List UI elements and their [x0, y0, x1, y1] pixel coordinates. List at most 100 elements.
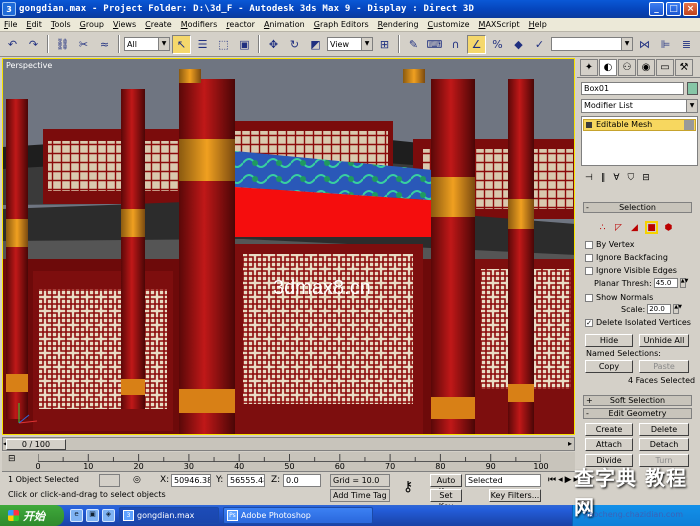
- menu-group[interactable]: Group: [76, 20, 109, 29]
- paste-button[interactable]: Paste: [639, 360, 689, 373]
- menu-edit[interactable]: Edit: [22, 20, 47, 29]
- remove-modifier-icon[interactable]: ⛉: [628, 173, 635, 183]
- show-normals-checkbox[interactable]: Show Normals: [585, 293, 653, 302]
- pin-stack-icon[interactable]: ⊣: [585, 173, 593, 183]
- configure-modifier-sets-icon[interactable]: ⊟: [642, 173, 650, 183]
- ignore-visible-edges-checkbox[interactable]: Ignore Visible Edges: [585, 266, 677, 275]
- planar-thresh-spinner[interactable]: Planar Thresh: 45.0 ▲▼: [594, 278, 688, 288]
- snaps-toggle-icon[interactable]: ∩: [446, 35, 465, 54]
- named-selection-dropdown[interactable]: ▼: [551, 37, 633, 51]
- keyboard-shortcut-override-icon[interactable]: ⌨: [425, 35, 444, 54]
- key-icon[interactable]: ⚷: [403, 479, 413, 495]
- selection-lock-toggle[interactable]: [99, 474, 120, 487]
- redo-icon[interactable]: ↷: [24, 35, 43, 54]
- motion-tab-icon[interactable]: ◉: [637, 59, 655, 76]
- reference-coordinate-dropdown[interactable]: View ▼: [327, 37, 373, 51]
- add-time-tag-button[interactable]: Add Time Tag: [330, 489, 390, 502]
- edit-geometry-rollout-header[interactable]: - Edit Geometry: [583, 408, 692, 419]
- minimize-button[interactable]: _: [649, 2, 664, 16]
- face-subobject-icon[interactable]: ◢: [629, 222, 640, 233]
- select-and-link-icon[interactable]: ⛓: [53, 35, 72, 54]
- y-coordinate-field[interactable]: 56555.484: [227, 474, 265, 487]
- layer-manager-icon[interactable]: ≣: [677, 35, 696, 54]
- perspective-viewport[interactable]: Perspective 3dmax8.cn: [2, 58, 575, 435]
- selection-filter-dropdown[interactable]: All ▼: [124, 37, 170, 51]
- modifier-list-dropdown[interactable]: Modifier List ▼: [581, 99, 698, 113]
- viewport-label[interactable]: Perspective: [6, 61, 52, 70]
- time-slider-knob[interactable]: 0 / 100: [6, 439, 66, 450]
- region-select-icon[interactable]: ⬚: [214, 35, 233, 54]
- menu-reactor[interactable]: reactor: [222, 20, 260, 29]
- mirror-icon[interactable]: ⋈: [635, 35, 654, 54]
- unhide-all-button[interactable]: Unhide All: [639, 334, 689, 347]
- pivot-center-icon[interactable]: ⊞: [375, 35, 394, 54]
- edit-named-selection-icon[interactable]: ✓: [530, 35, 549, 54]
- percent-snap-icon[interactable]: %: [488, 35, 507, 54]
- element-subobject-icon[interactable]: ⬢: [663, 222, 674, 233]
- ignore-backfacing-checkbox[interactable]: Ignore Backfacing: [585, 253, 668, 262]
- menu-modifiers[interactable]: Modifiers: [177, 20, 223, 29]
- delete-isolated-vertices-checkbox[interactable]: ✓ Delete Isolated Vertices: [585, 318, 691, 327]
- create-button[interactable]: Create: [585, 423, 633, 436]
- key-mode-dropdown[interactable]: Selected: [465, 474, 541, 487]
- chevron-right-icon[interactable]: ▸: [568, 439, 572, 448]
- x-coordinate-field[interactable]: 50946.387: [171, 474, 211, 487]
- bind-space-warp-icon[interactable]: ≈: [95, 35, 114, 54]
- angle-snap-icon[interactable]: ∠: [467, 34, 486, 54]
- select-object-icon[interactable]: ↖: [172, 34, 191, 54]
- open-mini-curve-editor-icon[interactable]: ⊟: [8, 454, 16, 464]
- menu-tools[interactable]: Tools: [47, 20, 76, 29]
- detach-button[interactable]: Detach: [639, 438, 689, 451]
- attach-button[interactable]: Attach: [585, 438, 633, 451]
- scale-spinner[interactable]: Scale: 20.0 ▲▼: [621, 304, 682, 314]
- align-icon[interactable]: ⊫: [656, 35, 675, 54]
- quick-launch-icon-2[interactable]: ▣: [86, 509, 99, 522]
- vertex-subobject-icon[interactable]: ∴: [597, 222, 608, 233]
- object-color-swatch[interactable]: [687, 82, 698, 95]
- unlink-icon[interactable]: ✂: [74, 35, 93, 54]
- menu-animation[interactable]: Animation: [260, 20, 310, 29]
- create-tab-icon[interactable]: ✦: [580, 59, 598, 76]
- start-button[interactable]: 开始: [0, 505, 64, 526]
- quick-launch-icon-1[interactable]: e: [70, 509, 83, 522]
- select-and-rotate-icon[interactable]: ↻: [285, 35, 304, 54]
- window-crossing-icon[interactable]: ▣: [235, 35, 254, 54]
- set-key-button[interactable]: Set Key: [430, 489, 462, 511]
- menu-help[interactable]: Help: [525, 20, 552, 29]
- select-by-name-icon[interactable]: ☰: [193, 35, 212, 54]
- select-and-manipulate-icon[interactable]: ✎: [404, 35, 423, 54]
- hierarchy-tab-icon[interactable]: ⚇: [618, 59, 636, 76]
- soft-selection-rollout-header[interactable]: + Soft Selection: [583, 395, 692, 406]
- undo-icon[interactable]: ↶: [3, 35, 22, 54]
- make-unique-icon[interactable]: ∀: [613, 173, 619, 183]
- task-gongdian-max[interactable]: 3 gongdian.max: [119, 507, 219, 524]
- key-filters-button[interactable]: Key Filters...: [489, 489, 541, 502]
- display-tab-icon[interactable]: ▭: [656, 59, 674, 76]
- menu-rendering[interactable]: Rendering: [374, 20, 424, 29]
- hide-button[interactable]: Hide: [585, 334, 633, 347]
- 3dsmax-app-icon[interactable]: 3: [2, 2, 16, 16]
- polygon-subobject-icon[interactable]: ■: [645, 221, 658, 234]
- menu-create[interactable]: Create: [141, 20, 177, 29]
- by-vertex-checkbox[interactable]: By Vertex: [585, 240, 634, 249]
- maximize-button[interactable]: □: [666, 2, 681, 16]
- object-name-input[interactable]: Box01: [581, 82, 684, 95]
- menu-graph-editors[interactable]: Graph Editors: [310, 20, 374, 29]
- auto-key-button[interactable]: Auto Key: [430, 474, 462, 496]
- menu-file[interactable]: File: [0, 20, 22, 29]
- selection-rollout-header[interactable]: - Selection: [583, 202, 692, 213]
- menu-views[interactable]: Views: [109, 20, 141, 29]
- stack-scrollbar[interactable]: [684, 120, 694, 130]
- menu-maxscript[interactable]: MAXScript: [475, 20, 525, 29]
- copy-button[interactable]: Copy: [585, 360, 633, 373]
- edge-subobject-icon[interactable]: ◸: [613, 222, 624, 233]
- spinner-snap-icon[interactable]: ◆: [509, 35, 528, 54]
- menu-customize[interactable]: Customize: [424, 20, 475, 29]
- quick-launch-icon-3[interactable]: ◈: [102, 509, 115, 522]
- modify-tab-icon[interactable]: ◐: [599, 59, 617, 76]
- select-and-scale-icon[interactable]: ◩: [306, 35, 325, 54]
- select-and-move-icon[interactable]: ✥: [264, 35, 283, 54]
- absolute-mode-icon[interactable]: ◎: [133, 475, 141, 485]
- task-adobe-photoshop[interactable]: Ps Adobe Photoshop: [223, 507, 373, 524]
- show-end-result-icon[interactable]: ‖: [601, 173, 606, 183]
